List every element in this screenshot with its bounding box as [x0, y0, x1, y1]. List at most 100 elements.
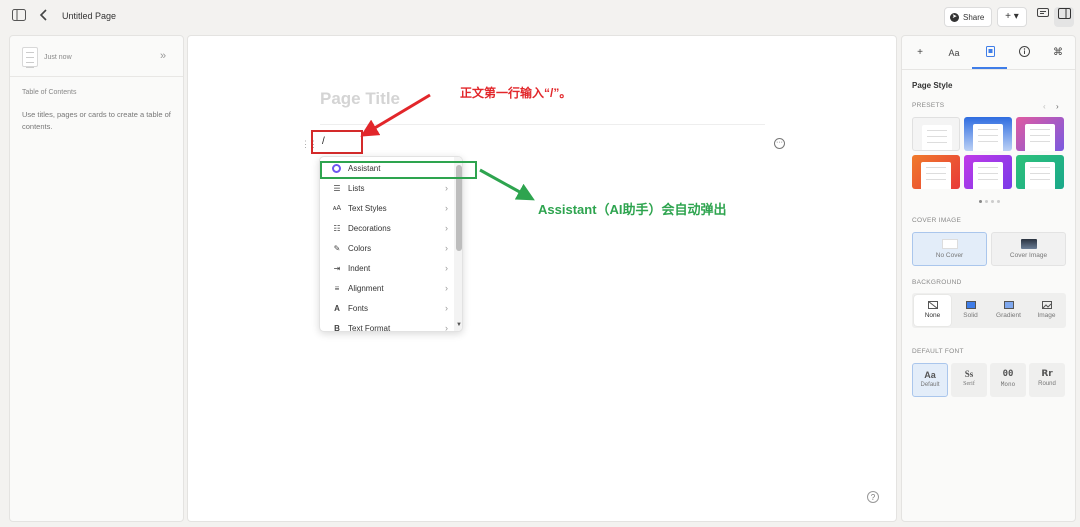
no-background-icon [927, 301, 938, 309]
page-title-label: Untitled Page [62, 11, 117, 21]
preset-orange[interactable] [912, 155, 960, 189]
decorations-icon: ☷ [333, 223, 341, 233]
menu-item-decorations[interactable]: ☷ Decorations › [320, 218, 454, 238]
sidebar-toggle-icon[interactable] [11, 9, 27, 25]
cover-image-option[interactable]: Cover Image [991, 232, 1066, 266]
image-icon [1041, 301, 1052, 309]
option-label: None [924, 312, 941, 319]
annotation-green-text: Assistant（AI助手）会自动弹出 [538, 202, 727, 217]
menu-item-alignment[interactable]: ≡ Alignment › [320, 278, 454, 298]
font-sample: Ss [964, 369, 974, 379]
presets-label: PRESETS [912, 102, 945, 109]
menu-item-label: Lists [348, 183, 365, 193]
background-none-option[interactable]: None [914, 295, 951, 326]
font-serif-option[interactable]: Ss Serif [951, 363, 987, 397]
page-thumbnail-icon[interactable] [22, 47, 38, 68]
menu-item-text-styles[interactable]: ᴀA Text Styles › [320, 198, 454, 218]
font-default-option[interactable]: Aa Default [912, 363, 948, 397]
add-menu-button[interactable]: + ▾ [997, 7, 1027, 27]
chevron-right-icon: › [445, 243, 448, 253]
preset-next-icon[interactable]: › [1056, 102, 1059, 111]
annotation-red-text: 正文第一行输入“/”。 [460, 86, 572, 100]
text-styles-icon: ᴀA [332, 204, 342, 212]
default-font-label: DEFAULT FONT [912, 348, 964, 355]
option-label: Image [1037, 312, 1056, 319]
bold-icon: B [334, 323, 340, 332]
font-name: Default [920, 382, 940, 388]
font-sample: Aa [924, 370, 936, 380]
font-mono-option[interactable]: 00 Mono [990, 363, 1026, 397]
menu-item-label: Fonts [348, 303, 369, 313]
chevron-right-icon: › [445, 183, 448, 193]
option-label: Solid [963, 312, 978, 319]
menu-item-label: Decorations [348, 223, 391, 233]
divider [902, 69, 1075, 70]
background-gradient-option[interactable]: Gradient [990, 295, 1027, 326]
image-icon [1020, 239, 1037, 249]
preset-prev-icon[interactable]: ‹ [1043, 102, 1046, 111]
option-label: No Cover [935, 252, 964, 259]
menu-item-fonts[interactable]: A Fonts › [320, 298, 454, 318]
preset-pink-purple[interactable] [1016, 117, 1064, 151]
tab-shortcuts[interactable]: ⌘ [1048, 46, 1068, 60]
font-sample: 00 [1002, 369, 1014, 379]
menu-item-label: Indent [348, 263, 371, 273]
font-icon: A [334, 303, 340, 313]
panel-heading: Page Style [912, 81, 953, 90]
right-sidebar: + Aa ⌘ Page Style PRESETS ‹ › COVER IMAG… [901, 35, 1076, 522]
toc-hint: Use titles, pages or cards to create a t… [22, 110, 171, 131]
menu-item-label: Colors [348, 243, 372, 253]
option-label: Gradient [996, 312, 1021, 319]
toc-title: Table of Contents [22, 89, 77, 96]
chevron-right-icon: › [445, 303, 448, 313]
menu-item-text-format[interactable]: B Text Format › [320, 318, 454, 332]
right-panel-toggle-icon[interactable] [1054, 7, 1074, 27]
share-button[interactable]: ➤ Share [944, 7, 992, 27]
slash-text: / [322, 136, 325, 147]
menu-item-colors[interactable]: ✎ Colors › [320, 238, 454, 258]
back-chevron-icon[interactable] [36, 9, 52, 25]
chevron-right-icon: › [445, 323, 448, 332]
background-solid-option[interactable]: Solid [952, 295, 989, 326]
preset-blue[interactable] [964, 117, 1012, 151]
page-style-icon[interactable] [980, 46, 1000, 60]
last-edited-time: Just now [44, 54, 72, 61]
divider [10, 76, 183, 77]
editor-area[interactable]: Page Title ⋮⋮ / ··· Assistant ☰ Lists › … [187, 35, 897, 522]
paint-brush-icon: ✎ [333, 243, 341, 253]
font-round-option[interactable]: Rr Round [1029, 363, 1065, 397]
solid-icon [965, 301, 976, 309]
menu-item-label: Alignment [348, 283, 384, 293]
menu-item-lists[interactable]: ☰ Lists › [320, 178, 454, 198]
more-options-icon[interactable]: ··· [774, 138, 785, 149]
share-label: Share [963, 12, 985, 22]
title-divider [320, 124, 765, 125]
tab-text[interactable]: Aa [944, 46, 964, 60]
font-name: Round [1038, 381, 1056, 387]
preset-violet[interactable] [964, 155, 1012, 189]
no-cover-option[interactable]: No Cover [912, 232, 987, 266]
preset-green[interactable] [1016, 155, 1064, 189]
gradient-icon [1003, 301, 1014, 309]
help-icon[interactable]: ? [867, 491, 879, 503]
preset-plain[interactable] [912, 117, 960, 151]
comment-icon[interactable] [1033, 7, 1053, 27]
preset-pagination[interactable] [979, 200, 1000, 203]
background-image-option[interactable]: Image [1028, 295, 1065, 326]
indent-icon: ⇥ [333, 263, 341, 273]
slash-command-menu: Assistant ☰ Lists › ᴀA Text Styles › ☷ D… [319, 156, 463, 332]
tab-insert[interactable]: + [910, 46, 930, 60]
menu-item-indent[interactable]: ⇥ Indent › [320, 258, 454, 278]
collapse-sidebar-icon[interactable]: » [160, 50, 166, 62]
menu-item-label: Text Format [348, 323, 391, 332]
align-left-icon: ≡ [334, 283, 340, 293]
page-title-placeholder[interactable]: Page Title [320, 89, 400, 109]
info-icon[interactable] [1014, 46, 1034, 60]
share-icon: ➤ [950, 12, 959, 22]
cover-image-label: COVER IMAGE [912, 217, 962, 224]
blank-page-icon [941, 239, 958, 249]
left-sidebar: Just now » Table of Contents Use titles,… [9, 35, 184, 522]
first-line-input[interactable]: / [311, 130, 363, 154]
scroll-down-arrow-icon[interactable]: ▼ [456, 322, 462, 328]
chevron-right-icon: › [445, 223, 448, 233]
